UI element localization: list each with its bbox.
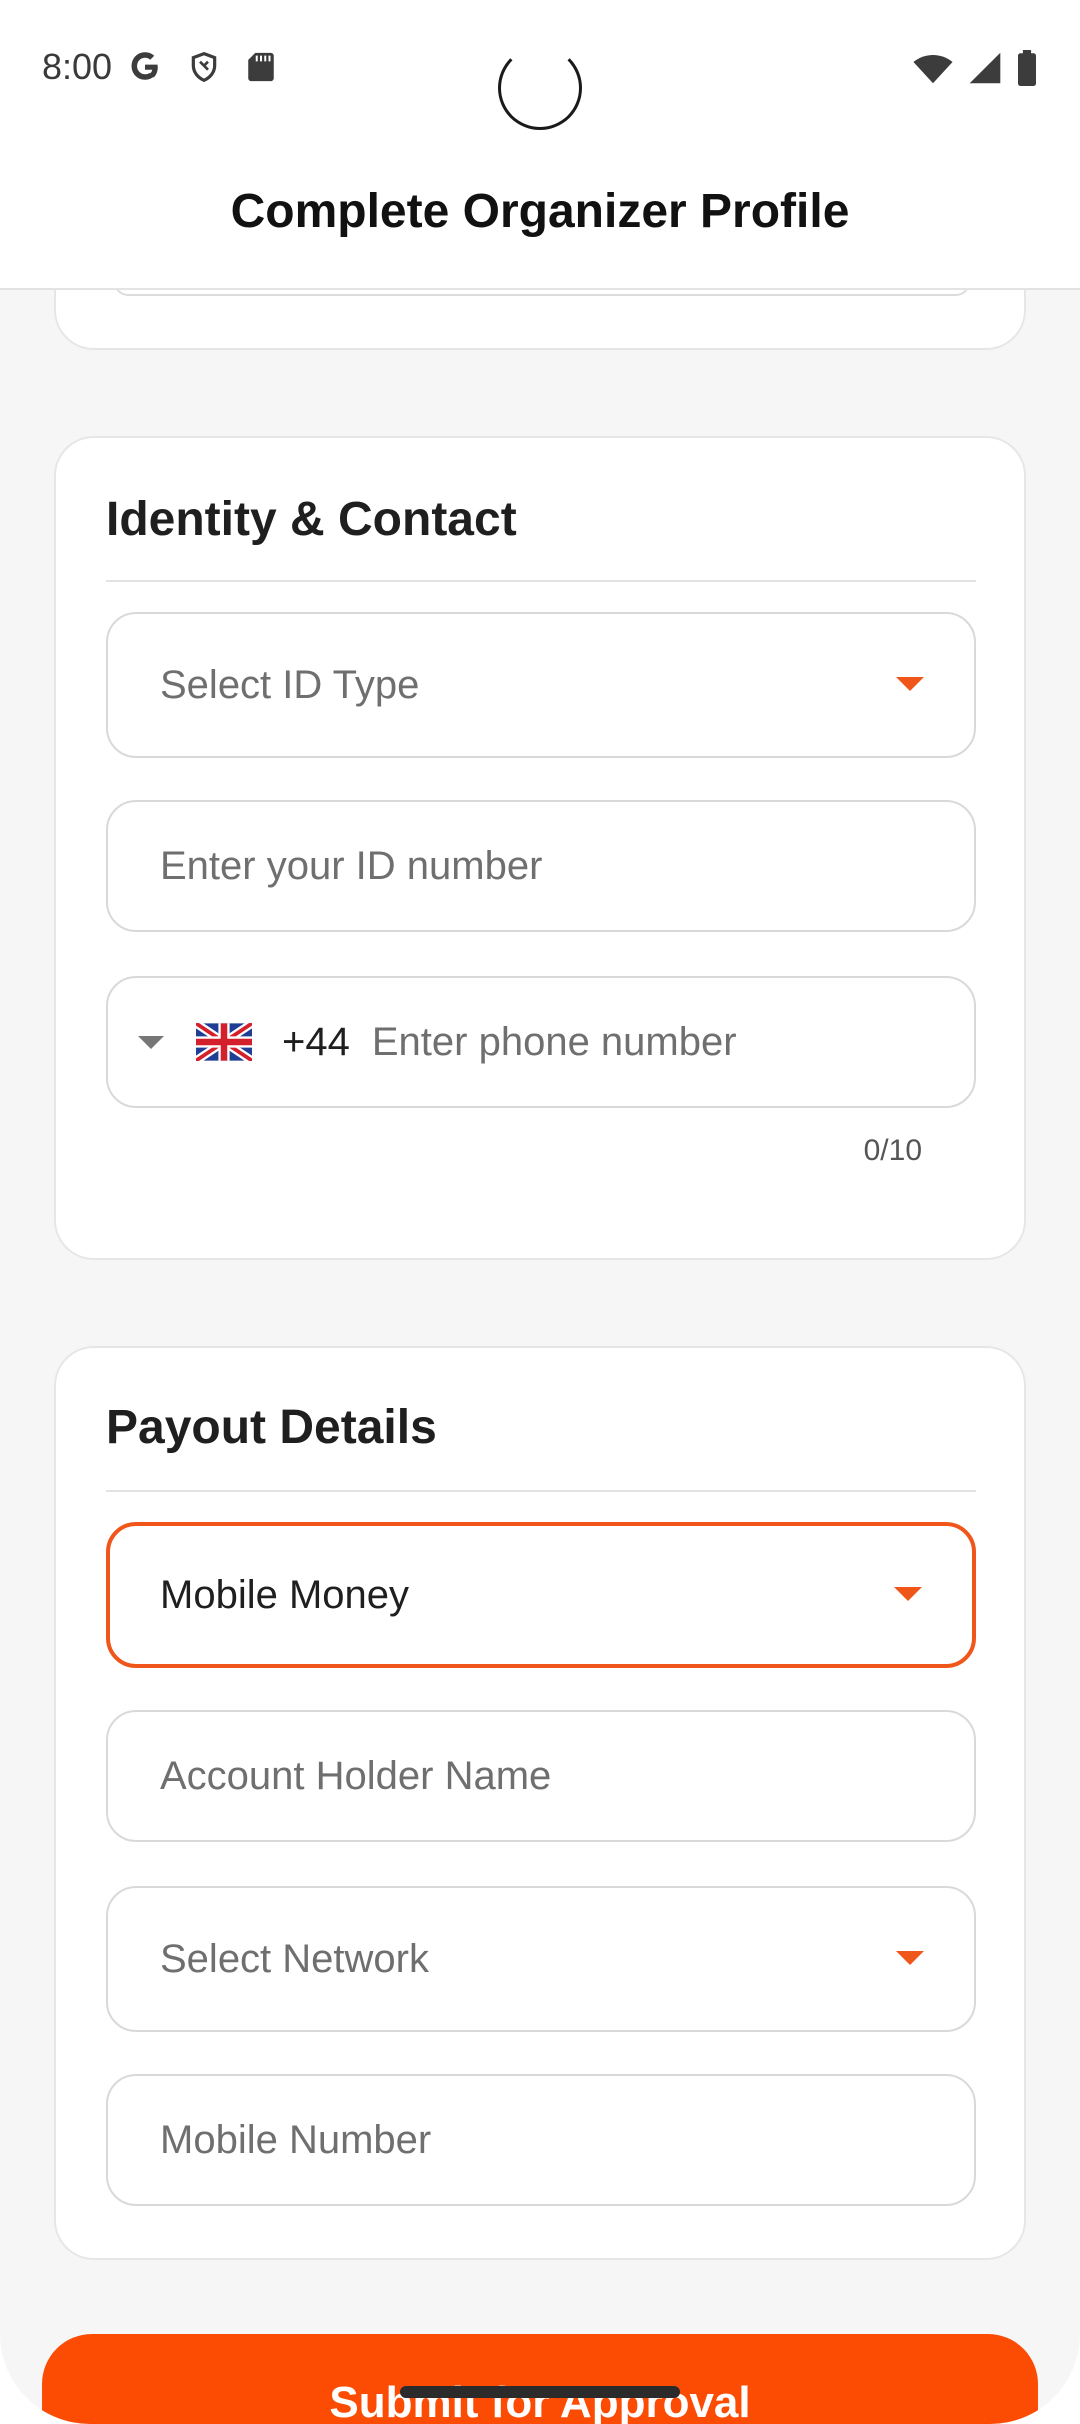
dropdown-arrow-icon	[894, 1587, 922, 1601]
payout-method-dropdown[interactable]: Mobile Money	[106, 1522, 976, 1668]
top-app-bar: 8:00 Complete Organizer Profile	[0, 0, 1080, 290]
id-number-input[interactable]: Enter your ID number	[106, 800, 976, 932]
home-indicator[interactable]	[400, 2386, 680, 2398]
wifi-icon	[913, 55, 953, 84]
shield-icon	[191, 51, 217, 83]
battery-icon	[1018, 50, 1036, 86]
id-type-dropdown[interactable]: Select ID Type	[106, 612, 976, 758]
phone-input[interactable]: +44 Enter phone number	[106, 976, 976, 1108]
app-screen: Identity & Contact Select ID Type Enter …	[0, 0, 1080, 2424]
dropdown-arrow-icon	[896, 677, 924, 691]
status-left-icons	[128, 50, 276, 84]
status-time: 8:00	[42, 46, 113, 87]
phone-char-counter: 0/10	[863, 1134, 922, 1167]
mobile-number-input[interactable]: Mobile Number	[106, 2074, 976, 2206]
dropdown-arrow-icon	[896, 1951, 924, 1965]
identity-contact-card: Identity & Contact Select ID Type Enter …	[54, 436, 1026, 1260]
account-holder-input[interactable]: Account Holder Name	[106, 1710, 976, 1842]
id-number-placeholder: Enter your ID number	[160, 843, 543, 888]
status-right-icons	[912, 50, 1038, 86]
google-g-icon	[131, 52, 158, 80]
id-type-placeholder: Select ID Type	[160, 662, 420, 707]
front-camera	[498, 46, 582, 130]
account-holder-placeholder: Account Holder Name	[160, 1753, 552, 1798]
country-picker-arrow-icon[interactable]	[138, 1035, 164, 1049]
uk-flag-icon[interactable]	[196, 1023, 252, 1061]
payout-divider	[106, 1490, 976, 1492]
sd-card-icon	[248, 52, 274, 82]
identity-heading: Identity & Contact	[106, 493, 517, 546]
phone-placeholder: Enter phone number	[371, 1019, 737, 1064]
identity-divider	[106, 580, 976, 582]
payout-method-value: Mobile Money	[160, 1572, 410, 1617]
page-title: Complete Organizer Profile	[230, 185, 850, 238]
submit-for-approval-button[interactable]: Submit for Approval	[42, 2334, 1038, 2424]
signal-icon	[969, 52, 1001, 84]
network-dropdown[interactable]: Select Network	[106, 1886, 976, 2032]
payout-details-card: Payout Details Mobile Money Account Hold…	[54, 1346, 1026, 2260]
payout-heading: Payout Details	[106, 1401, 437, 1454]
network-placeholder: Select Network	[160, 1936, 429, 1981]
dial-code: +44	[282, 1019, 350, 1064]
mobile-number-placeholder: Mobile Number	[160, 2117, 432, 2162]
